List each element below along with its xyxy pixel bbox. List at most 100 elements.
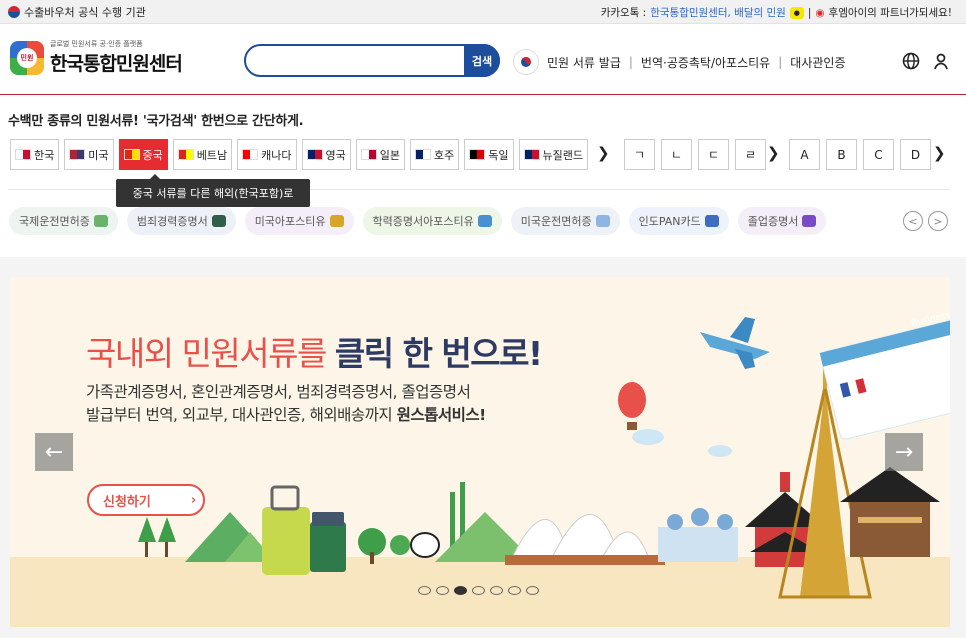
nav-divider: | xyxy=(628,55,633,69)
latin-next-chevron-icon[interactable]: ❯ xyxy=(933,144,946,162)
country-button[interactable]: 미국 xyxy=(64,139,114,170)
pills-next-icon[interactable]: > xyxy=(928,211,948,231)
pills-prev-icon[interactable]: < xyxy=(903,211,923,231)
globe-icon[interactable] xyxy=(902,52,920,70)
country-label: 한국 xyxy=(34,148,55,162)
index-letter-button[interactable]: ㄹ xyxy=(735,139,766,170)
index-letter-button[interactable]: ㄴ xyxy=(661,139,692,170)
kakao-label: 카카오톡 : xyxy=(600,7,647,19)
document-pill-label: 범죄경력증명서 xyxy=(136,215,208,228)
slide-dot[interactable] xyxy=(454,586,467,595)
document-pill-label: 학력증명서아포스티유 xyxy=(372,215,474,228)
nav-embassy-cert[interactable]: 대사관인증 xyxy=(790,54,845,71)
nav-document-issue[interactable]: 민원 서류 발급 xyxy=(547,54,621,71)
ca-flag-icon xyxy=(242,149,259,160)
document-pill[interactable]: 졸업증명서 xyxy=(737,207,827,235)
document-pill-label: 인도PAN카드 xyxy=(638,215,701,228)
index-letter-button[interactable]: B xyxy=(826,139,857,170)
document-pill-icon xyxy=(704,215,719,227)
search-button[interactable]: 검색 xyxy=(464,44,500,77)
index-letter-button[interactable]: A xyxy=(789,139,820,170)
search-box: 검색 xyxy=(244,44,500,77)
document-pill-icon xyxy=(802,215,817,227)
nav-divider: | xyxy=(778,55,783,69)
user-icon[interactable] xyxy=(932,52,950,70)
document-pill-label: 국제운전면허증 xyxy=(19,215,90,228)
country-button[interactable]: 독일 xyxy=(464,139,514,170)
document-pill-icon xyxy=(477,215,492,227)
korea-flag-icon xyxy=(513,49,539,75)
country-selector: 한국 미국 중국 베트남 캐나다 영국 일본 호주 독일 뉴질랜드 xyxy=(10,139,588,170)
partner-link[interactable]: 후엠아이의 파트너가되세요! xyxy=(829,5,952,20)
country-button[interactable]: 캐나다 xyxy=(237,139,297,170)
site-header: 민원 글로벌 민원서류 공·인증 플랫폼 한국통합민원센터 검색 민원 서류 발… xyxy=(0,25,966,95)
country-label: 독일 xyxy=(488,148,509,162)
topbar-separator: | xyxy=(807,6,812,19)
document-pill[interactable]: 미국운전면허증 xyxy=(510,207,620,235)
country-button[interactable]: 뉴질랜드 xyxy=(518,139,588,170)
kakaotalk-icon[interactable]: ● xyxy=(789,6,804,19)
jp-flag-icon xyxy=(360,149,377,160)
country-button[interactable]: 한국 xyxy=(10,139,60,170)
document-pill-label: 미국운전면허증 xyxy=(520,215,592,228)
kakao-channel-link[interactable]: 한국통합민원센터, 배달의 민원 xyxy=(650,5,786,20)
country-tooltip: 중국 서류를 다른 해외(한국포함)로 xyxy=(116,174,310,207)
country-label: 중국 xyxy=(142,148,163,162)
country-button[interactable]: 중국 xyxy=(118,139,168,170)
country-next-chevron-icon[interactable]: ❯ xyxy=(597,144,610,162)
slide-dot[interactable] xyxy=(508,586,521,595)
banner-prev-arrow-icon[interactable]: ← xyxy=(35,433,73,471)
logo-title: 한국통합민원센터 xyxy=(50,53,183,75)
slide-dot[interactable] xyxy=(436,586,449,595)
banner-subtitle-line1: 가족관계증명서, 혼인관계증명서, 범죄경력증명서, 졸업증명서 xyxy=(86,383,471,401)
de-flag-icon xyxy=(469,149,486,160)
hangul-index: ㄱㄴㄷㄹ xyxy=(624,139,766,170)
country-button[interactable]: 일본 xyxy=(355,139,405,170)
index-letter-button[interactable]: ㄷ xyxy=(698,139,729,170)
logo-subtitle: 글로벌 민원서류 공·인증 플랫폼 xyxy=(50,40,143,48)
slide-dot[interactable] xyxy=(526,586,539,595)
kr-flag-icon xyxy=(15,149,31,160)
index-letter-button[interactable]: D xyxy=(900,139,931,170)
top-bar: 수출바우처 공식 수행 기관 카카오톡 : 한국통합민원센터, 배달의 민원 ●… xyxy=(0,0,966,24)
country-label: 뉴질랜드 xyxy=(542,148,583,162)
country-label: 영국 xyxy=(325,148,346,162)
hangul-next-chevron-icon[interactable]: ❯ xyxy=(767,144,780,162)
site-logo[interactable]: 민원 글로벌 민원서류 공·인증 플랫폼 한국통합민원센터 xyxy=(10,39,183,76)
document-pill-label: 미국아포스티유 xyxy=(254,215,326,228)
slide-dot[interactable] xyxy=(418,586,431,595)
slide-dot[interactable] xyxy=(490,586,503,595)
index-letter-button[interactable]: ㄱ xyxy=(624,139,655,170)
uk-flag-icon xyxy=(306,149,323,160)
taegeuk-icon xyxy=(8,6,20,18)
slide-dot[interactable] xyxy=(472,586,485,595)
main-nav: 민원 서류 발급 | 번역·공증촉탁/아포스티유 | 대사관인증 xyxy=(513,49,845,75)
country-label: 미국 xyxy=(88,148,109,162)
export-voucher-notice: 수출바우처 공식 수행 기관 xyxy=(8,4,146,20)
apply-button[interactable]: 신청하기 › xyxy=(87,484,205,516)
index-letter-button[interactable]: C xyxy=(863,139,894,170)
document-pill[interactable]: 미국아포스티유 xyxy=(244,207,354,235)
document-pill-label: 졸업증명서 xyxy=(747,215,799,228)
country-label: 일본 xyxy=(379,148,400,162)
country-button[interactable]: 호주 xyxy=(410,139,460,170)
document-pill[interactable]: 국제운전면허증 xyxy=(9,207,118,235)
partner-icon: ◉ xyxy=(815,6,825,19)
headline: 수백만 종류의 민원서류! '국가검색' 한번으로 간단하게. xyxy=(8,114,304,129)
document-pill-icon xyxy=(595,215,610,227)
search-input[interactable] xyxy=(260,46,475,74)
country-button[interactable]: 베트남 xyxy=(172,139,233,170)
document-pill[interactable]: 인도PAN카드 xyxy=(628,207,729,235)
banner-next-arrow-icon[interactable]: → xyxy=(885,433,923,471)
country-button[interactable]: 영국 xyxy=(301,139,351,170)
nav-translation-apostille[interactable]: 번역·공증촉탁/아포스티유 xyxy=(641,54,770,71)
document-pill[interactable]: 범죄경력증명서 xyxy=(126,207,236,235)
cn-flag-icon xyxy=(123,149,140,160)
au-flag-icon xyxy=(415,149,431,160)
country-label: 베트남 xyxy=(196,148,228,162)
document-pill[interactable]: 학력증명서아포스티유 xyxy=(362,207,502,235)
banner-subtitle-line2: 발급부터 번역, 외교부, 대사관인증, 해외배송까지 원스톱서비스! xyxy=(86,406,486,424)
latin-index: ABCD xyxy=(789,139,931,170)
logo-mark-icon: 민원 xyxy=(10,40,44,75)
document-pill-icon xyxy=(93,215,108,227)
